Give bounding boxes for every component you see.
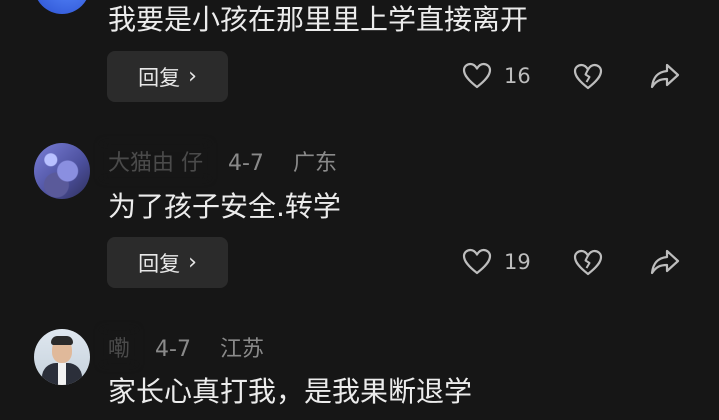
avatar[interactable] — [34, 0, 90, 14]
reply-button[interactable]: 回复 › — [107, 51, 228, 102]
comment-location: 广东 — [292, 151, 337, 176]
avatar-shirt — [58, 363, 66, 385]
avatar-hair — [51, 336, 73, 345]
broken-heart-icon — [573, 63, 603, 90]
avatar[interactable] — [34, 329, 90, 385]
comment-meta: 大猫由 仔 4-7 广东 — [108, 145, 337, 177]
avatar[interactable] — [34, 143, 90, 199]
reply-button[interactable]: 回复 › — [107, 237, 228, 288]
heart-outline-icon — [462, 62, 492, 89]
comment-text: 为了孩子安全.转学 — [108, 190, 341, 223]
like-button[interactable]: 19 — [462, 248, 531, 276]
reply-label: 回复 — [138, 65, 181, 90]
broken-heart-icon — [573, 249, 603, 276]
comment-text: 我要是小孩在那里里上学直接离开 — [108, 3, 529, 36]
share-arrow-icon — [650, 249, 680, 275]
dislike-button[interactable] — [573, 63, 603, 91]
like-count: 19 — [504, 250, 531, 274]
comment-text: 家长心真打我，是我果断退学 — [108, 375, 473, 408]
comment-meta: 嘞 4-7 江苏 — [108, 331, 264, 363]
comment-location: 江苏 — [219, 337, 264, 362]
share-button[interactable] — [650, 248, 680, 276]
comment-date: 4-7 — [228, 151, 264, 176]
dislike-button[interactable] — [573, 249, 603, 277]
username[interactable]: 嘞 — [108, 331, 130, 363]
heart-outline-icon — [462, 248, 492, 275]
chevron-right-icon: › — [188, 250, 197, 275]
share-button[interactable] — [650, 62, 680, 90]
chevron-right-icon: › — [188, 64, 197, 89]
like-count: 16 — [504, 64, 531, 88]
share-arrow-icon — [650, 63, 680, 89]
reply-label: 回复 — [138, 251, 181, 276]
like-button[interactable]: 16 — [462, 62, 531, 90]
username[interactable]: 大猫由 仔 — [108, 145, 203, 177]
comment-date: 4-7 — [155, 337, 191, 362]
